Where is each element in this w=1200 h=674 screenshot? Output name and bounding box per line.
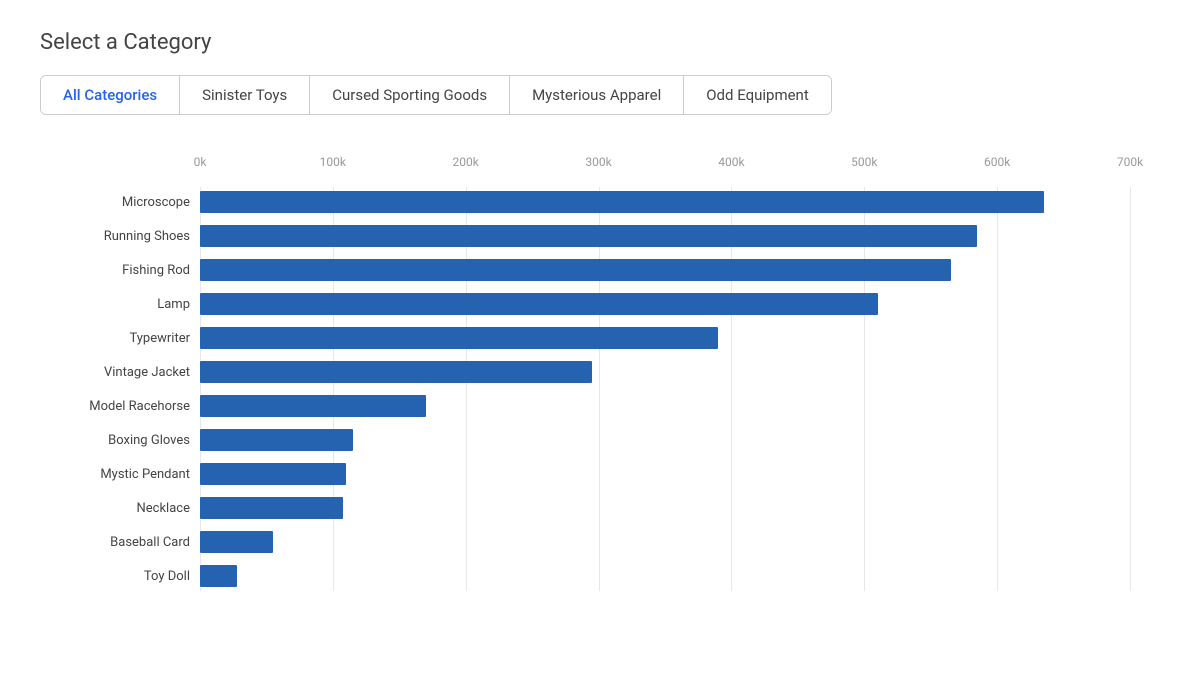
bar-label: Running Shoes bbox=[40, 229, 190, 244]
x-label-200k: 200k bbox=[453, 155, 479, 169]
bar-label: Model Racehorse bbox=[40, 399, 190, 414]
bar bbox=[200, 327, 718, 349]
x-label-700k: 700k bbox=[1117, 155, 1143, 169]
bar bbox=[200, 191, 1044, 213]
bar-label: Fishing Rod bbox=[40, 263, 190, 278]
x-label-600k: 600k bbox=[984, 155, 1010, 169]
bar bbox=[200, 395, 426, 417]
bar bbox=[200, 293, 878, 315]
bar-row: Fishing Rod bbox=[200, 255, 1130, 285]
bar-row: Mystic Pendant bbox=[200, 459, 1130, 489]
bar-label: Necklace bbox=[40, 501, 190, 516]
bar-row: Model Racehorse bbox=[200, 391, 1130, 421]
bar-row: Running Shoes bbox=[200, 221, 1130, 251]
tab-odd-equipment[interactable]: Odd Equipment bbox=[684, 76, 831, 114]
bar-label: Boxing Gloves bbox=[40, 433, 190, 448]
bar bbox=[200, 531, 273, 553]
bar bbox=[200, 225, 977, 247]
bar bbox=[200, 361, 592, 383]
bar bbox=[200, 429, 353, 451]
bar bbox=[200, 565, 237, 587]
x-label-400k: 400k bbox=[718, 155, 744, 169]
tab-all-categories[interactable]: All Categories bbox=[41, 76, 180, 114]
x-label-100k: 100k bbox=[320, 155, 346, 169]
x-label-0k: 0k bbox=[194, 155, 207, 169]
bar-row: Toy Doll bbox=[200, 561, 1130, 591]
tab-sinister-toys[interactable]: Sinister Toys bbox=[180, 76, 310, 114]
bar bbox=[200, 497, 343, 519]
tab-cursed-sporting-goods[interactable]: Cursed Sporting Goods bbox=[310, 76, 510, 114]
bar-label: Baseball Card bbox=[40, 535, 190, 550]
bar bbox=[200, 259, 951, 281]
bar-row: Boxing Gloves bbox=[200, 425, 1130, 455]
bar-label: Microscope bbox=[40, 195, 190, 210]
bar-label: Toy Doll bbox=[40, 569, 190, 584]
bar-row: Typewriter bbox=[200, 323, 1130, 353]
bar-row: Baseball Card bbox=[200, 527, 1130, 557]
bar-row: Vintage Jacket bbox=[200, 357, 1130, 387]
chart-area: 0k 100k 200k 300k 400k 500k 600k 700k Microscop… bbox=[40, 145, 1160, 591]
bar bbox=[200, 463, 346, 485]
x-label-300k: 300k bbox=[585, 155, 611, 169]
bar-label: Lamp bbox=[40, 297, 190, 312]
bar-row: Microscope bbox=[200, 187, 1130, 217]
category-tabs: All CategoriesSinister ToysCursed Sporti… bbox=[40, 75, 832, 115]
x-label-500k: 500k bbox=[851, 155, 877, 169]
bar-label: Vintage Jacket bbox=[40, 365, 190, 380]
page-title: Select a Category bbox=[40, 30, 1160, 55]
bar-row: Necklace bbox=[200, 493, 1130, 523]
tab-mysterious-apparel[interactable]: Mysterious Apparel bbox=[510, 76, 684, 114]
bar-label: Typewriter bbox=[40, 331, 190, 346]
x-axis: 0k100k200k300k400k500k600k700k bbox=[200, 155, 1130, 179]
bar-label: Mystic Pendant bbox=[40, 467, 190, 482]
bars-container: Microscope Running Shoes Fishing Rod Lamp Ty… bbox=[200, 187, 1130, 591]
grid-line-7 bbox=[1130, 187, 1131, 591]
bar-row: Lamp bbox=[200, 289, 1130, 319]
